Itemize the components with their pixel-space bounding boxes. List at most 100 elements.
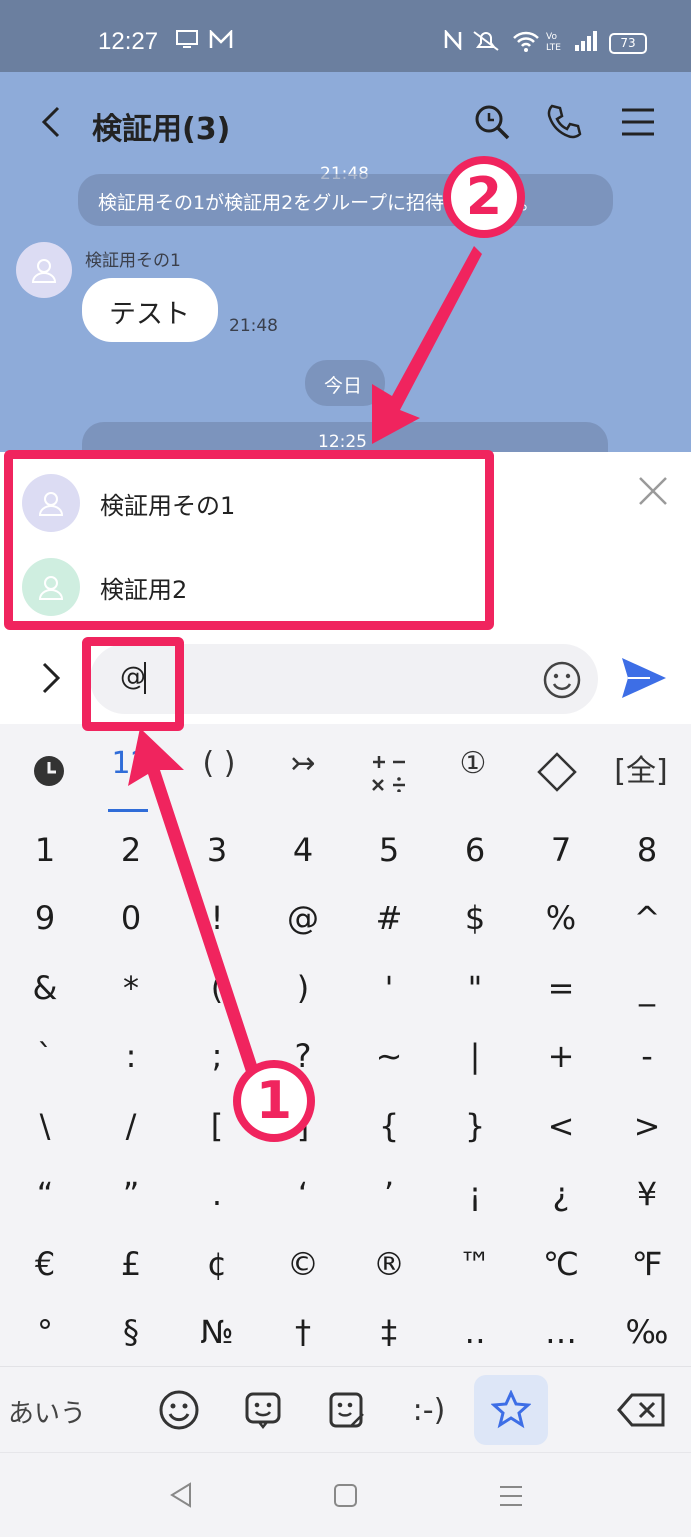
key-0-1[interactable]: 2 [88,816,174,884]
chat-title: 検証用(3) [92,112,231,147]
key-4-6[interactable]: < [518,1092,604,1160]
key-3-6[interactable]: + [518,1022,604,1090]
key-6-3[interactable]: © [260,1230,346,1298]
key-1-0[interactable]: 9 [2,884,88,952]
tab-arrows[interactable]: ↣ [260,746,346,796]
key-4-0[interactable]: \ [2,1092,88,1160]
close-icon[interactable] [636,474,670,508]
key-1-3[interactable]: @ [260,884,346,952]
key-5-0[interactable]: “ [2,1160,88,1228]
key-3-1[interactable]: : [88,1022,174,1090]
nav-home-icon[interactable] [333,1483,359,1509]
expand-icon[interactable] [36,658,66,698]
key-4-5[interactable]: } [432,1092,518,1160]
active-tab-indicator [108,809,148,812]
key-2-6[interactable]: = [518,954,604,1022]
key-4-1[interactable]: / [88,1092,174,1160]
key-3-0[interactable]: ` [2,1022,88,1090]
key-5-6[interactable]: ¿ [518,1160,604,1228]
chat-area[interactable]: 検証用(3) 21:48 検証用その1が検証用2をグループに招待しました。 検証… [0,72,691,452]
key-5-2[interactable]: . [174,1160,260,1228]
sender-name: 検証用その1 [85,251,181,271]
key-7-6[interactable]: … [518,1298,604,1366]
mute-icon [473,31,499,51]
sender-avatar[interactable] [16,242,72,298]
key-2-4[interactable]: ' [346,954,432,1022]
nav-recents-icon[interactable] [498,1483,524,1509]
key-7-3[interactable]: † [260,1298,346,1366]
key-5-1[interactable]: ” [88,1160,174,1228]
key-7-1[interactable]: § [88,1298,174,1366]
favorites-button[interactable] [474,1375,548,1445]
nav-back-icon[interactable] [168,1481,194,1509]
menu-icon[interactable] [618,102,658,142]
back-icon[interactable] [34,102,74,142]
key-7-7[interactable]: ‰ [604,1298,690,1366]
person-icon [31,259,57,283]
key-5-4[interactable]: ’ [346,1160,432,1228]
key-3-5[interactable]: | [432,1022,518,1090]
key-2-5[interactable]: " [432,954,518,1022]
screen-icon [176,30,198,48]
emoji-button[interactable] [142,1375,216,1445]
key-2-7[interactable]: _ [604,954,690,1022]
key-0-4[interactable]: 5 [346,816,432,884]
key-3-4[interactable]: ~ [346,1022,432,1090]
emoji-icon[interactable] [542,660,582,700]
key-5-5[interactable]: ¡ [432,1160,518,1228]
key-2-0[interactable]: & [2,954,88,1022]
key-0-6[interactable]: 7 [518,816,604,884]
key-4-4[interactable]: { [346,1092,432,1160]
phone-icon[interactable] [544,102,584,142]
key-6-5[interactable]: ™ [432,1230,518,1298]
send-icon[interactable] [620,656,668,700]
key-1-6[interactable]: % [518,884,604,952]
message-bubble[interactable]: テスト [82,278,218,342]
key-0-0[interactable]: 1 [2,816,88,884]
key-0-7[interactable]: 8 [604,816,690,884]
key-7-0[interactable]: ° [2,1298,88,1366]
tab-shapes[interactable] [514,746,600,796]
kana-switch-button[interactable]: あいう [8,1393,86,1430]
backspace-button[interactable] [604,1375,678,1445]
date-pill: 今日 [305,360,385,406]
key-2-2[interactable]: ( [174,954,260,1022]
annotation-badge-2: 2 [443,156,525,238]
sticker-edit-button[interactable] [310,1375,384,1445]
key-7-2[interactable]: № [174,1298,260,1366]
tab-recent[interactable] [6,746,92,796]
annotation-badge-1: 1 [233,1060,315,1142]
search-icon[interactable] [472,102,512,142]
key-3-7[interactable]: - [604,1022,690,1090]
key-5-7[interactable]: ¥ [604,1160,690,1228]
key-5-3[interactable]: ‘ [260,1160,346,1228]
key-1-4[interactable]: # [346,884,432,952]
tab-fullwidth[interactable]: [全] [598,746,684,796]
tab-brackets[interactable]: ( ) [176,746,262,796]
sticker-button[interactable] [226,1375,300,1445]
key-6-7[interactable]: ℉ [604,1230,690,1298]
key-6-4[interactable]: ® [346,1230,432,1298]
key-1-1[interactable]: 0 [88,884,174,952]
key-2-3[interactable]: ) [260,954,346,1022]
tab-math[interactable] [346,746,432,796]
key-4-7[interactable]: > [604,1092,690,1160]
wifi-icon [513,31,539,52]
key-6-6[interactable]: ℃ [518,1230,604,1298]
key-1-2[interactable]: ! [174,884,260,952]
tab-enclosed[interactable]: ① [430,746,516,796]
key-6-0[interactable]: € [2,1230,88,1298]
key-7-4[interactable]: ‡ [346,1298,432,1366]
key-1-5[interactable]: $ [432,884,518,952]
key-7-5[interactable]: ‥ [432,1298,518,1366]
key-6-2[interactable]: ¢ [174,1230,260,1298]
key-0-5[interactable]: 6 [432,816,518,884]
key-2-1[interactable]: * [88,954,174,1022]
kaomoji-button[interactable]: :-) [392,1375,466,1445]
key-6-1[interactable]: £ [88,1230,174,1298]
key-0-3[interactable]: 4 [260,816,346,884]
key-1-7[interactable]: ^ [604,884,690,952]
key-0-2[interactable]: 3 [174,816,260,884]
tab-symbols[interactable]: 1? [86,746,172,796]
mail-icon [209,30,233,48]
